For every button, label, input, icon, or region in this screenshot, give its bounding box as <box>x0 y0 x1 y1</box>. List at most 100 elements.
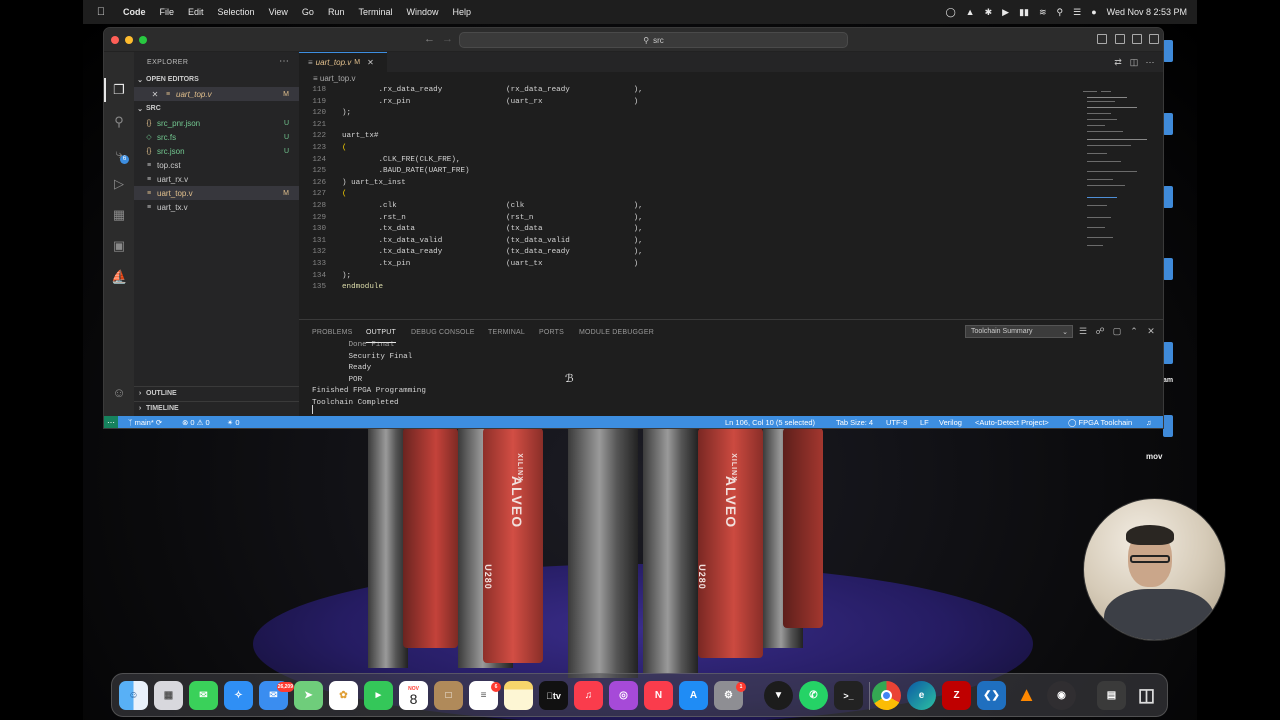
window-close-button[interactable] <box>111 36 119 44</box>
desktop-file-label[interactable]: mov <box>1146 452 1162 461</box>
ports-indicator[interactable]: ✴ 0 <box>227 418 240 427</box>
podcasts-icon[interactable]: ◎ <box>609 681 638 710</box>
control-center-icon[interactable]: ☰ <box>1073 7 1081 18</box>
maximize-panel-icon[interactable]: ⌃ <box>1129 325 1139 337</box>
music-icon[interactable]: ♫ <box>574 681 603 710</box>
minimap[interactable] <box>1081 85 1151 261</box>
whatsapp-icon[interactable]: ✆ <box>799 681 828 710</box>
toggle-panel-icon[interactable] <box>1115 34 1125 44</box>
menu-app-name[interactable]: Code <box>123 7 146 17</box>
menu-help[interactable]: Help <box>452 7 471 17</box>
menu-go[interactable]: Go <box>302 7 314 17</box>
open-changes-icon[interactable]: ⇄ <box>1113 57 1123 67</box>
remote-explorer-icon[interactable]: ▣ <box>111 238 127 254</box>
menu-run[interactable]: Run <box>328 7 345 17</box>
desktop-file-label[interactable]: am <box>1163 377 1173 384</box>
creative-cloud-icon[interactable]: ◯ <box>946 7 956 18</box>
line-ending[interactable]: LF <box>920 418 929 427</box>
outline-header[interactable]: › OUTLINE <box>134 386 299 399</box>
close-panel-icon[interactable]: ✕ <box>1146 325 1156 337</box>
finder-icon[interactable]: ☺ <box>119 681 148 710</box>
folder-header[interactable]: ⌄ SRC <box>134 102 299 115</box>
play-icon[interactable]: ▶ <box>1002 7 1009 18</box>
forward-arrow-icon[interactable]: → <box>442 33 453 45</box>
window-zoom-button[interactable] <box>139 36 147 44</box>
terminal-icon[interactable]: >_ <box>834 681 863 710</box>
messages-icon[interactable]: ✉ <box>189 681 218 710</box>
notes-app-icon[interactable]: □ <box>434 681 463 710</box>
clock-text[interactable]: Wed Nov 8 2:53 PM <box>1107 7 1187 17</box>
tab-output[interactable]: OUTPUT <box>366 329 396 336</box>
desktop-file-icon[interactable] <box>1163 258 1173 280</box>
search-icon[interactable]: ⚲ <box>111 114 127 130</box>
lock-icon[interactable]: ☍ <box>1095 325 1105 337</box>
file-item[interactable]: ≡ uart_rx.v <box>134 172 299 186</box>
customize-layout-icon[interactable] <box>1149 34 1159 44</box>
vlc-icon[interactable]: ▲ <box>1012 681 1041 710</box>
edge-icon[interactable]: e <box>907 681 936 710</box>
launchpad-icon[interactable]: ▦ <box>154 681 183 710</box>
desktop-file-icon[interactable] <box>1163 342 1173 364</box>
file-item[interactable]: ≡ top.cst <box>134 158 299 172</box>
docker-icon[interactable]: ⛵ <box>111 269 127 285</box>
cursor-app-icon[interactable]: ▼ <box>764 681 793 710</box>
chrome-icon[interactable] <box>872 681 901 710</box>
upload-icon[interactable]: ▲ <box>966 7 975 17</box>
news-icon[interactable]: N <box>644 681 673 710</box>
photos-icon[interactable]: ✿ <box>329 681 358 710</box>
spotlight-search-icon[interactable]: ⚲ <box>1057 7 1064 18</box>
branch-indicator[interactable]: ᛉ main* ⟳ <box>128 418 162 427</box>
desktop-file-icon[interactable] <box>1163 113 1173 135</box>
fpga-toolchain-button[interactable]: ◯ FPGA Toolchain <box>1068 418 1132 427</box>
wifi-icon[interactable]: ≋ <box>1039 7 1047 18</box>
output-channel-select[interactable]: Toolchain Summary ⌄ <box>965 325 1073 338</box>
more-actions-icon[interactable]: ⋯ <box>1145 57 1155 67</box>
bluetooth-icon[interactable]: ✱ <box>985 7 993 18</box>
menu-view[interactable]: View <box>269 7 288 17</box>
safari-icon[interactable]: ✧ <box>224 681 253 710</box>
list-filter-icon[interactable]: ☰ <box>1078 325 1088 337</box>
desktop-file-icon[interactable] <box>1163 40 1173 62</box>
filezilla-icon[interactable]: Z <box>942 681 971 710</box>
apple-menu-icon[interactable]:  <box>93 6 109 18</box>
project-selector[interactable]: <Auto-Detect Project> <box>975 418 1049 427</box>
notes-icon[interactable] <box>504 681 533 710</box>
close-icon[interactable]: ✕ <box>367 58 374 67</box>
editor-tab[interactable]: ≡ uart_top.v M ✕ <box>299 52 387 72</box>
clear-output-icon[interactable]: ▢ <box>1112 325 1122 337</box>
open-editor-item[interactable]: ✕ ≡ uart_top.v M <box>134 87 299 101</box>
accounts-icon[interactable]: ☺ <box>111 385 127 401</box>
problems-indicator[interactable]: ⊗ 0 ⚠ 0 <box>182 418 210 427</box>
run-debug-icon[interactable]: ▷ <box>111 176 127 192</box>
facetime-icon[interactable]: ► <box>364 681 393 710</box>
battery-icon[interactable]: ▮▮ <box>1019 7 1029 18</box>
cursor-position[interactable]: Ln 106, Col 10 (5 selected) <box>725 418 815 427</box>
split-editor-icon[interactable]: ◫ <box>1129 57 1139 67</box>
timeline-header[interactable]: › TIMELINE <box>134 401 299 414</box>
trash-icon[interactable]: ◫ <box>1132 681 1161 710</box>
remote-indicator-icon[interactable]: ⋯ <box>104 416 118 428</box>
file-item[interactable]: ≡ uart_tx.v <box>134 200 299 214</box>
tab-size[interactable]: Tab Size: 4 <box>836 418 873 427</box>
editor-scrollbar[interactable] <box>1157 85 1161 261</box>
command-center[interactable]: ⚲ src <box>459 32 848 48</box>
extensions-icon[interactable]: ▦ <box>111 207 127 223</box>
desktop-file-icon[interactable] <box>1163 415 1173 437</box>
tab-module-debugger[interactable]: MODULE DEBUGGER <box>579 329 654 336</box>
tab-problems[interactable]: PROBLEMS <box>312 329 353 336</box>
reminders-icon[interactable]: ≡ 6 <box>469 681 501 710</box>
tab-terminal[interactable]: TERMINAL <box>488 329 525 336</box>
calendar-icon[interactable]: NOV 8 <box>399 681 428 710</box>
breadcrumb[interactable]: ≡ uart_top.v <box>313 74 355 83</box>
back-arrow-icon[interactable]: ← <box>424 33 435 45</box>
menu-selection[interactable]: Selection <box>218 7 255 17</box>
mail-icon[interactable]: ✉ 26,209 <box>259 681 294 710</box>
toggle-secondary-sidebar-icon[interactable] <box>1132 34 1142 44</box>
notifications-bell-icon[interactable]: ♫ <box>1146 418 1152 427</box>
file-item[interactable]: {} src.json U <box>134 144 299 158</box>
app-store-icon[interactable]: A <box>679 681 708 710</box>
file-item[interactable]: ≡ uart_top.v M <box>134 186 299 200</box>
window-minimize-button[interactable] <box>125 36 133 44</box>
maps-icon[interactable]: ➤ <box>294 681 323 710</box>
toggle-sidebar-icon[interactable] <box>1097 34 1107 44</box>
